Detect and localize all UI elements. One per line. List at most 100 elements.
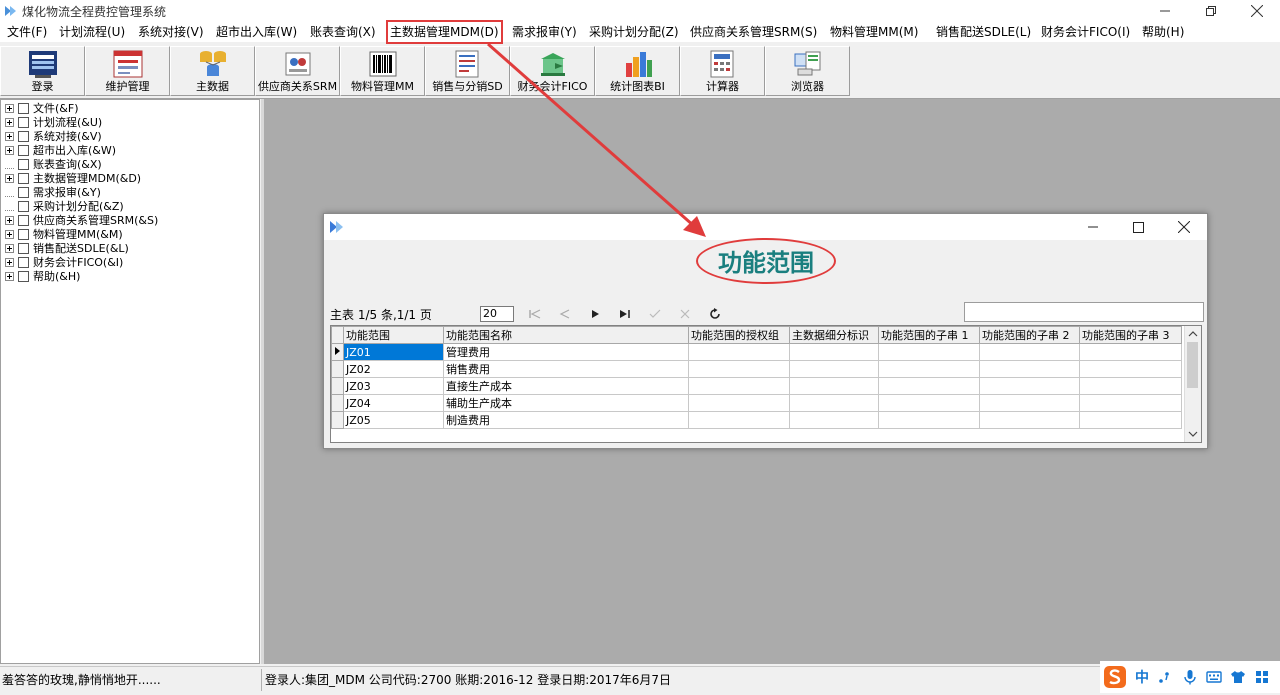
tree-item-help[interactable]: 帮助(&H) bbox=[5, 269, 80, 283]
table-cell[interactable]: JZ05 bbox=[343, 411, 444, 429]
grid-vertical-scrollbar[interactable] bbox=[1184, 326, 1201, 442]
expand-icon[interactable] bbox=[5, 257, 14, 267]
column-header[interactable]: 功能范围的子串 2 bbox=[979, 326, 1080, 344]
toolbar-browser-button[interactable]: 浏览器 bbox=[765, 46, 850, 96]
tree-checkbox[interactable] bbox=[18, 242, 29, 254]
table-cell[interactable] bbox=[979, 411, 1080, 429]
expand-icon[interactable] bbox=[5, 271, 14, 281]
table-cell[interactable] bbox=[789, 343, 879, 361]
expand-icon[interactable] bbox=[5, 103, 14, 113]
table-cell[interactable] bbox=[979, 377, 1080, 395]
table-row[interactable]: JZ04 辅助生产成本 bbox=[331, 394, 1182, 412]
column-header[interactable]: 功能范围的子串 1 bbox=[878, 326, 980, 344]
table-cell[interactable] bbox=[1079, 343, 1182, 361]
tree-checkbox[interactable] bbox=[18, 256, 29, 268]
tree-item-mm[interactable]: 物料管理MM(&M) bbox=[5, 227, 123, 241]
table-cell[interactable] bbox=[878, 411, 980, 429]
close-button[interactable] bbox=[1234, 0, 1280, 22]
table-cell[interactable] bbox=[1079, 360, 1182, 378]
table-cell[interactable] bbox=[878, 394, 980, 412]
skin-icon[interactable] bbox=[1228, 667, 1248, 687]
tree-checkbox[interactable] bbox=[18, 228, 29, 240]
table-cell[interactable]: 直接生产成本 bbox=[443, 377, 689, 395]
next-record-button[interactable] bbox=[586, 306, 604, 322]
table-cell[interactable] bbox=[878, 360, 980, 378]
menu-file[interactable]: 文件(F) bbox=[7, 22, 47, 42]
table-cell[interactable] bbox=[878, 377, 980, 395]
table-cell[interactable] bbox=[789, 360, 879, 378]
column-header[interactable]: 功能范围名称 bbox=[443, 326, 689, 344]
table-cell[interactable]: 辅助生产成本 bbox=[443, 394, 689, 412]
tree-checkbox[interactable] bbox=[18, 172, 29, 184]
menu-system-integration[interactable]: 系统对接(V) bbox=[138, 22, 204, 42]
table-cell[interactable] bbox=[1079, 394, 1182, 412]
toolbar-login-button[interactable]: 登录 bbox=[0, 46, 85, 96]
tree-checkbox[interactable] bbox=[18, 214, 29, 226]
table-cell[interactable] bbox=[1079, 411, 1182, 429]
ime-mode-toggle[interactable]: 中 bbox=[1132, 667, 1152, 687]
sogou-logo-icon[interactable] bbox=[1102, 666, 1128, 688]
last-record-button[interactable] bbox=[616, 306, 634, 322]
column-header[interactable]: 功能范围的子串 3 bbox=[1079, 326, 1182, 344]
tree-checkbox[interactable] bbox=[18, 116, 29, 128]
refresh-button[interactable] bbox=[706, 306, 724, 322]
table-cell[interactable]: JZ04 bbox=[343, 394, 444, 412]
expand-icon[interactable] bbox=[5, 173, 14, 183]
dialog-maximize-button[interactable] bbox=[1115, 214, 1161, 240]
table-cell[interactable]: 管理费用 bbox=[443, 343, 689, 361]
tree-checkbox[interactable] bbox=[18, 270, 29, 282]
menu-sdle[interactable]: 销售配送SDLE(L) bbox=[936, 22, 1031, 42]
table-cell[interactable] bbox=[789, 377, 879, 395]
row-indicator[interactable] bbox=[331, 411, 344, 429]
table-cell[interactable]: JZ02 bbox=[343, 360, 444, 378]
expand-icon[interactable] bbox=[5, 229, 14, 239]
table-cell[interactable] bbox=[789, 411, 879, 429]
table-cell[interactable] bbox=[688, 411, 790, 429]
toolbar-bi-button[interactable]: 统计图表BI bbox=[595, 46, 680, 96]
table-cell[interactable]: 销售费用 bbox=[443, 360, 689, 378]
prev-record-button[interactable] bbox=[556, 306, 574, 322]
toolbar-mm-button[interactable]: 物料管理MM bbox=[340, 46, 425, 96]
menu-plan-flow[interactable]: 计划流程(U) bbox=[59, 22, 125, 42]
tree-checkbox[interactable] bbox=[18, 200, 29, 212]
menu-mm[interactable]: 物料管理MM(M) bbox=[830, 22, 918, 42]
column-header[interactable]: 功能范围的授权组 bbox=[688, 326, 790, 344]
column-header[interactable]: 主数据细分标识 bbox=[789, 326, 879, 344]
table-cell[interactable] bbox=[789, 394, 879, 412]
table-cell[interactable]: JZ01 bbox=[343, 343, 444, 361]
menu-srm[interactable]: 供应商关系管理SRM(S) bbox=[690, 22, 817, 42]
tree-item-master-data-mdm[interactable]: 主数据管理MDM(&D) bbox=[5, 171, 141, 185]
row-indicator[interactable] bbox=[331, 360, 344, 378]
punctuation-icon[interactable] bbox=[1156, 667, 1176, 687]
tree-checkbox[interactable] bbox=[18, 144, 29, 156]
table-cell[interactable] bbox=[688, 343, 790, 361]
table-cell[interactable] bbox=[688, 377, 790, 395]
table-cell[interactable] bbox=[688, 360, 790, 378]
expand-icon[interactable] bbox=[5, 145, 14, 155]
toolbar-calculator-button[interactable]: 计算器 bbox=[680, 46, 765, 96]
table-cell[interactable] bbox=[979, 360, 1080, 378]
tree-item-system-integration[interactable]: 系统对接(&V) bbox=[5, 129, 102, 143]
toolbar-maintenance-button[interactable]: 维护管理 bbox=[85, 46, 170, 96]
filter-input[interactable] bbox=[964, 302, 1204, 322]
microphone-icon[interactable] bbox=[1180, 667, 1200, 687]
tree-item-report-query[interactable]: 账表查询(&X) bbox=[5, 157, 102, 171]
menu-purchase-plan[interactable]: 采购计划分配(Z) bbox=[589, 22, 679, 42]
scroll-thumb[interactable] bbox=[1187, 342, 1198, 388]
table-cell[interactable]: 制造费用 bbox=[443, 411, 689, 429]
toolbox-icon[interactable] bbox=[1252, 667, 1272, 687]
expand-icon[interactable] bbox=[5, 117, 14, 127]
keyboard-icon[interactable] bbox=[1204, 667, 1224, 687]
toolbar-srm-button[interactable]: 供应商关系SRM bbox=[255, 46, 340, 96]
restore-button[interactable] bbox=[1188, 0, 1234, 22]
row-indicator[interactable] bbox=[331, 343, 344, 361]
tree-item-demand-review[interactable]: 需求报审(&Y) bbox=[5, 185, 101, 199]
tree-checkbox[interactable] bbox=[18, 102, 29, 114]
expand-icon[interactable] bbox=[5, 243, 14, 253]
column-header[interactable]: 功能范围 bbox=[343, 326, 444, 344]
table-cell[interactable] bbox=[688, 394, 790, 412]
row-indicator[interactable] bbox=[331, 377, 344, 395]
minimize-button[interactable] bbox=[1142, 0, 1188, 22]
toolbar-fico-button[interactable]: 财务会计FICO bbox=[510, 46, 595, 96]
menu-supermarket-io[interactable]: 超市出入库(W) bbox=[216, 22, 297, 42]
